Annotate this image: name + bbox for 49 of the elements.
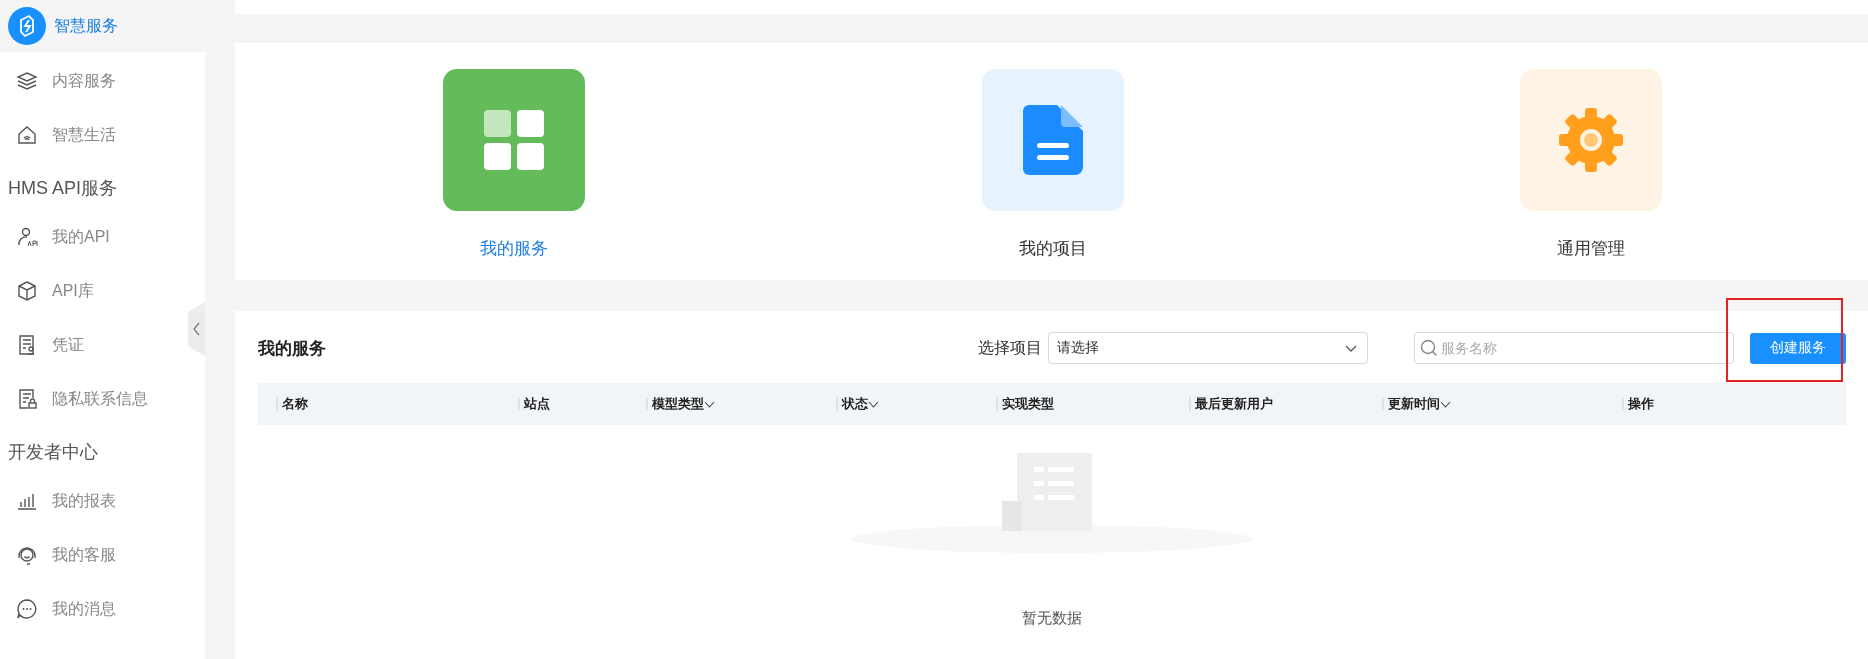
field-label: 选择项目 (978, 337, 1042, 358)
sidebar-item[interactable]: 内容服务 (0, 54, 188, 108)
create-service-button[interactable]: 创建服务 (1750, 332, 1846, 364)
sidebar-item[interactable]: 我的API (0, 210, 188, 264)
shortcut-tile[interactable] (981, 69, 1124, 211)
column-header: 实现类型 (996, 397, 1189, 411)
layers-icon (16, 70, 38, 92)
grid-icon (484, 110, 544, 170)
search-field[interactable]: 服务名称 (1414, 332, 1734, 364)
house-icon (16, 124, 38, 146)
search-icon (1420, 339, 1438, 357)
section-title: 我的服务 (258, 337, 326, 360)
sidebar-item[interactable]: 智慧服务 (0, 0, 205, 52)
sidebar-item[interactable]: 智慧生活 (0, 108, 188, 162)
column-header: 操作 (1622, 397, 1864, 411)
sidebar-item[interactable]: 我的消息 (0, 582, 188, 636)
sidebar-section-title: 开发者中心 (7, 441, 99, 464)
chevron-down-icon (868, 400, 879, 408)
column-header: 名称 (276, 397, 518, 411)
sidebar-item[interactable]: 我的报表 (0, 474, 188, 528)
sidebar-item[interactable]: 隐私联系信息 (0, 372, 188, 426)
shortcut-tile[interactable] (443, 69, 585, 211)
gear-icon (1556, 105, 1626, 175)
sidebar-item[interactable]: 凭证 (0, 318, 188, 372)
chevron-down-icon (1345, 344, 1357, 352)
hexagon-logo-icon (8, 7, 46, 45)
project-select[interactable]: 请选择 (1048, 332, 1368, 364)
shortcut-tile[interactable] (1520, 69, 1662, 211)
empty-state-text: 暂无数据 (1022, 609, 1082, 628)
column-header[interactable]: 更新时间 (1382, 397, 1622, 411)
chevron-left-icon (193, 322, 200, 336)
sidebar-section-title: HMS API服务 (7, 177, 119, 200)
chat-bubble-icon (16, 598, 38, 620)
person-icon (16, 226, 38, 248)
shortcut-link[interactable]: 我的服务 (480, 237, 548, 260)
shortcut-link[interactable]: 我的项目 (1018, 237, 1087, 260)
chevron-down-icon (1440, 400, 1451, 408)
document-icon (1022, 105, 1083, 175)
chevron-down-icon (704, 400, 715, 408)
column-header: 最后更新用户 (1189, 397, 1382, 411)
shortcut-link[interactable]: 通用管理 (1557, 237, 1625, 260)
sidebar-item[interactable]: API库 (0, 264, 188, 318)
cube-icon (16, 280, 38, 302)
locked-document-icon (16, 388, 38, 410)
column-header: 站点 (518, 397, 646, 411)
column-header[interactable]: 模型类型 (646, 397, 836, 411)
column-header[interactable]: 状态 (836, 397, 996, 411)
sidebar-item[interactable]: 我的客服 (0, 528, 188, 582)
headset-icon (16, 544, 38, 566)
